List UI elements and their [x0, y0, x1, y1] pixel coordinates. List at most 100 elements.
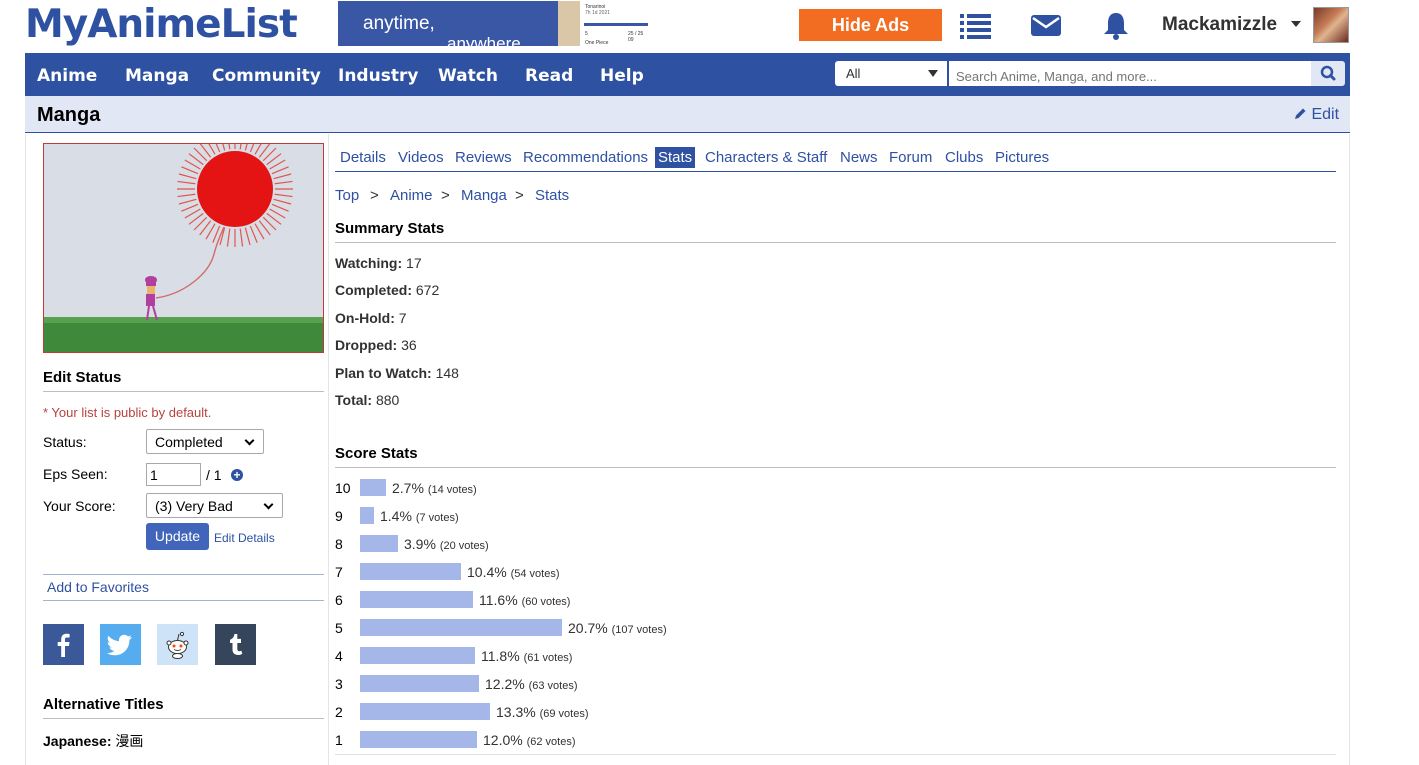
page-title: Manga — [37, 104, 101, 126]
tab-news[interactable]: News — [837, 147, 881, 168]
nav-item-anime[interactable]: Anime — [37, 66, 97, 86]
plus-circle-icon[interactable]: + — [231, 469, 243, 481]
score-bar — [360, 703, 490, 720]
ad-small-text: 5 — [585, 31, 588, 37]
chevron-down-icon — [244, 435, 255, 446]
score-votes: (63 votes) — [528, 680, 578, 692]
breadcrumb-top[interactable]: Top — [335, 187, 359, 204]
score-pct: 3.9% — [404, 536, 436, 552]
score-percentage: 11.8% (61 votes) — [481, 648, 572, 664]
edit-status-title: Edit Status — [43, 369, 122, 386]
breadcrumb-anime[interactable]: Anime — [390, 187, 433, 204]
update-button[interactable]: Update — [146, 523, 209, 550]
tab-forum[interactable]: Forum — [886, 147, 935, 168]
score-votes: (61 votes) — [523, 652, 573, 664]
status-label: Status: — [43, 434, 87, 450]
tab-videos[interactable]: Videos — [395, 147, 447, 168]
score-percentage: 20.7% (107 votes) — [568, 620, 667, 636]
score-pct: 2.7% — [392, 480, 424, 496]
stat-value: 148 — [435, 365, 459, 381]
stat-value: 672 — [415, 282, 440, 298]
score-votes: (62 votes) — [526, 736, 576, 748]
stat-label: Watching: — [335, 255, 403, 271]
divider — [43, 574, 324, 575]
page-header: Manga — [25, 96, 1350, 133]
chevron-down-icon[interactable] — [1291, 21, 1301, 27]
breadcrumb-separator: > — [515, 187, 524, 204]
tab-reviews[interactable]: Reviews — [452, 147, 515, 168]
avatar[interactable] — [1313, 7, 1349, 43]
chevron-down-icon — [263, 499, 274, 510]
bell-icon[interactable] — [1101, 10, 1131, 40]
reddit-icon — [166, 631, 189, 659]
list-icon[interactable] — [959, 10, 992, 40]
nav-item-manga[interactable]: Manga — [125, 66, 189, 86]
status-select[interactable]: Completed — [146, 429, 264, 454]
nav-item-industry[interactable]: Industry — [338, 66, 418, 86]
tab-recommendations[interactable]: Recommendations — [520, 147, 651, 168]
site-logo[interactable]: MyAnimeList — [25, 2, 298, 47]
nav-item-help[interactable]: Help — [600, 66, 644, 86]
ad-subtext: anywhere — [447, 34, 521, 46]
score-bar — [360, 647, 475, 664]
mail-icon[interactable] — [1030, 10, 1062, 40]
tab-pictures[interactable]: Pictures — [992, 147, 1052, 168]
divider — [43, 600, 324, 601]
breadcrumb-stats[interactable]: Stats — [535, 187, 569, 204]
score-percentage: 11.6% (60 votes) — [479, 592, 570, 608]
tab-characters-staff[interactable]: Characters & Staff — [702, 147, 830, 168]
cover-image[interactable] — [43, 143, 324, 353]
facebook-share-button[interactable] — [43, 624, 84, 665]
stat-value: 880 — [375, 392, 400, 408]
search-icon — [1320, 65, 1336, 81]
edit-link[interactable]: Edit — [1294, 106, 1339, 124]
eps-total: / 1 — [206, 467, 222, 483]
tab-clubs[interactable]: Clubs — [942, 147, 986, 168]
stat-completed: Completed: 672 — [335, 282, 439, 298]
score-percentage: 12.2% (63 votes) — [485, 676, 578, 692]
search-type-select[interactable]: All — [835, 61, 947, 86]
tab-stats[interactable]: Stats — [655, 147, 696, 168]
score-bar — [360, 675, 479, 692]
reddit-share-button[interactable] — [157, 624, 198, 665]
nav-item-read[interactable]: Read — [525, 66, 573, 86]
cover-illustration — [44, 144, 323, 352]
breadcrumb-manga[interactable]: Manga — [461, 187, 507, 204]
score-votes: (107 votes) — [611, 624, 667, 636]
tab-details[interactable]: Details — [337, 147, 389, 168]
eps-seen-input[interactable]: 1 — [146, 463, 201, 486]
score-pct: 13.3% — [496, 704, 536, 720]
edit-details-link[interactable]: Edit Details — [214, 531, 275, 545]
search-button[interactable] — [1311, 61, 1345, 86]
score-pct: 12.2% — [485, 676, 525, 692]
score-percentage: 12.0% (62 votes) — [483, 732, 576, 748]
pencil-icon — [1295, 108, 1306, 119]
breadcrumb-separator: > — [441, 187, 450, 204]
username[interactable]: Mackamizzle — [1162, 14, 1277, 36]
score-value: 9 — [335, 508, 343, 524]
score-value: 3 — [335, 676, 343, 692]
search-input[interactable] — [949, 61, 1311, 86]
add-to-favorites-link[interactable]: Add to Favorites — [47, 579, 149, 595]
score-bar — [360, 591, 473, 608]
divider — [43, 391, 324, 392]
tumblr-share-button[interactable] — [215, 624, 256, 665]
status-value: Completed — [155, 434, 223, 450]
score-votes: (54 votes) — [510, 568, 560, 580]
alternative-titles-title: Alternative Titles — [43, 696, 164, 713]
twitter-icon — [106, 634, 132, 656]
score-bar — [360, 563, 461, 580]
nav-item-watch[interactable]: Watch — [438, 66, 498, 86]
score-value: 1 — [335, 732, 343, 748]
score-stats-title: Score Stats — [335, 445, 418, 462]
ad-banner[interactable]: anytime, anywhere Tonarinoi 7h 1d 2021 5… — [338, 1, 650, 46]
score-votes: (69 votes) — [539, 708, 589, 720]
stat-value: 36 — [401, 337, 417, 353]
tabs-underline — [335, 171, 1336, 172]
twitter-share-button[interactable] — [100, 624, 141, 665]
stat-on-hold: On-Hold: 7 — [335, 310, 407, 326]
hide-ads-button[interactable]: Hide Ads — [799, 9, 942, 41]
nav-item-community[interactable]: Community — [212, 66, 321, 86]
score-value: 8 — [335, 536, 343, 552]
score-select[interactable]: (3) Very Bad — [146, 493, 283, 518]
